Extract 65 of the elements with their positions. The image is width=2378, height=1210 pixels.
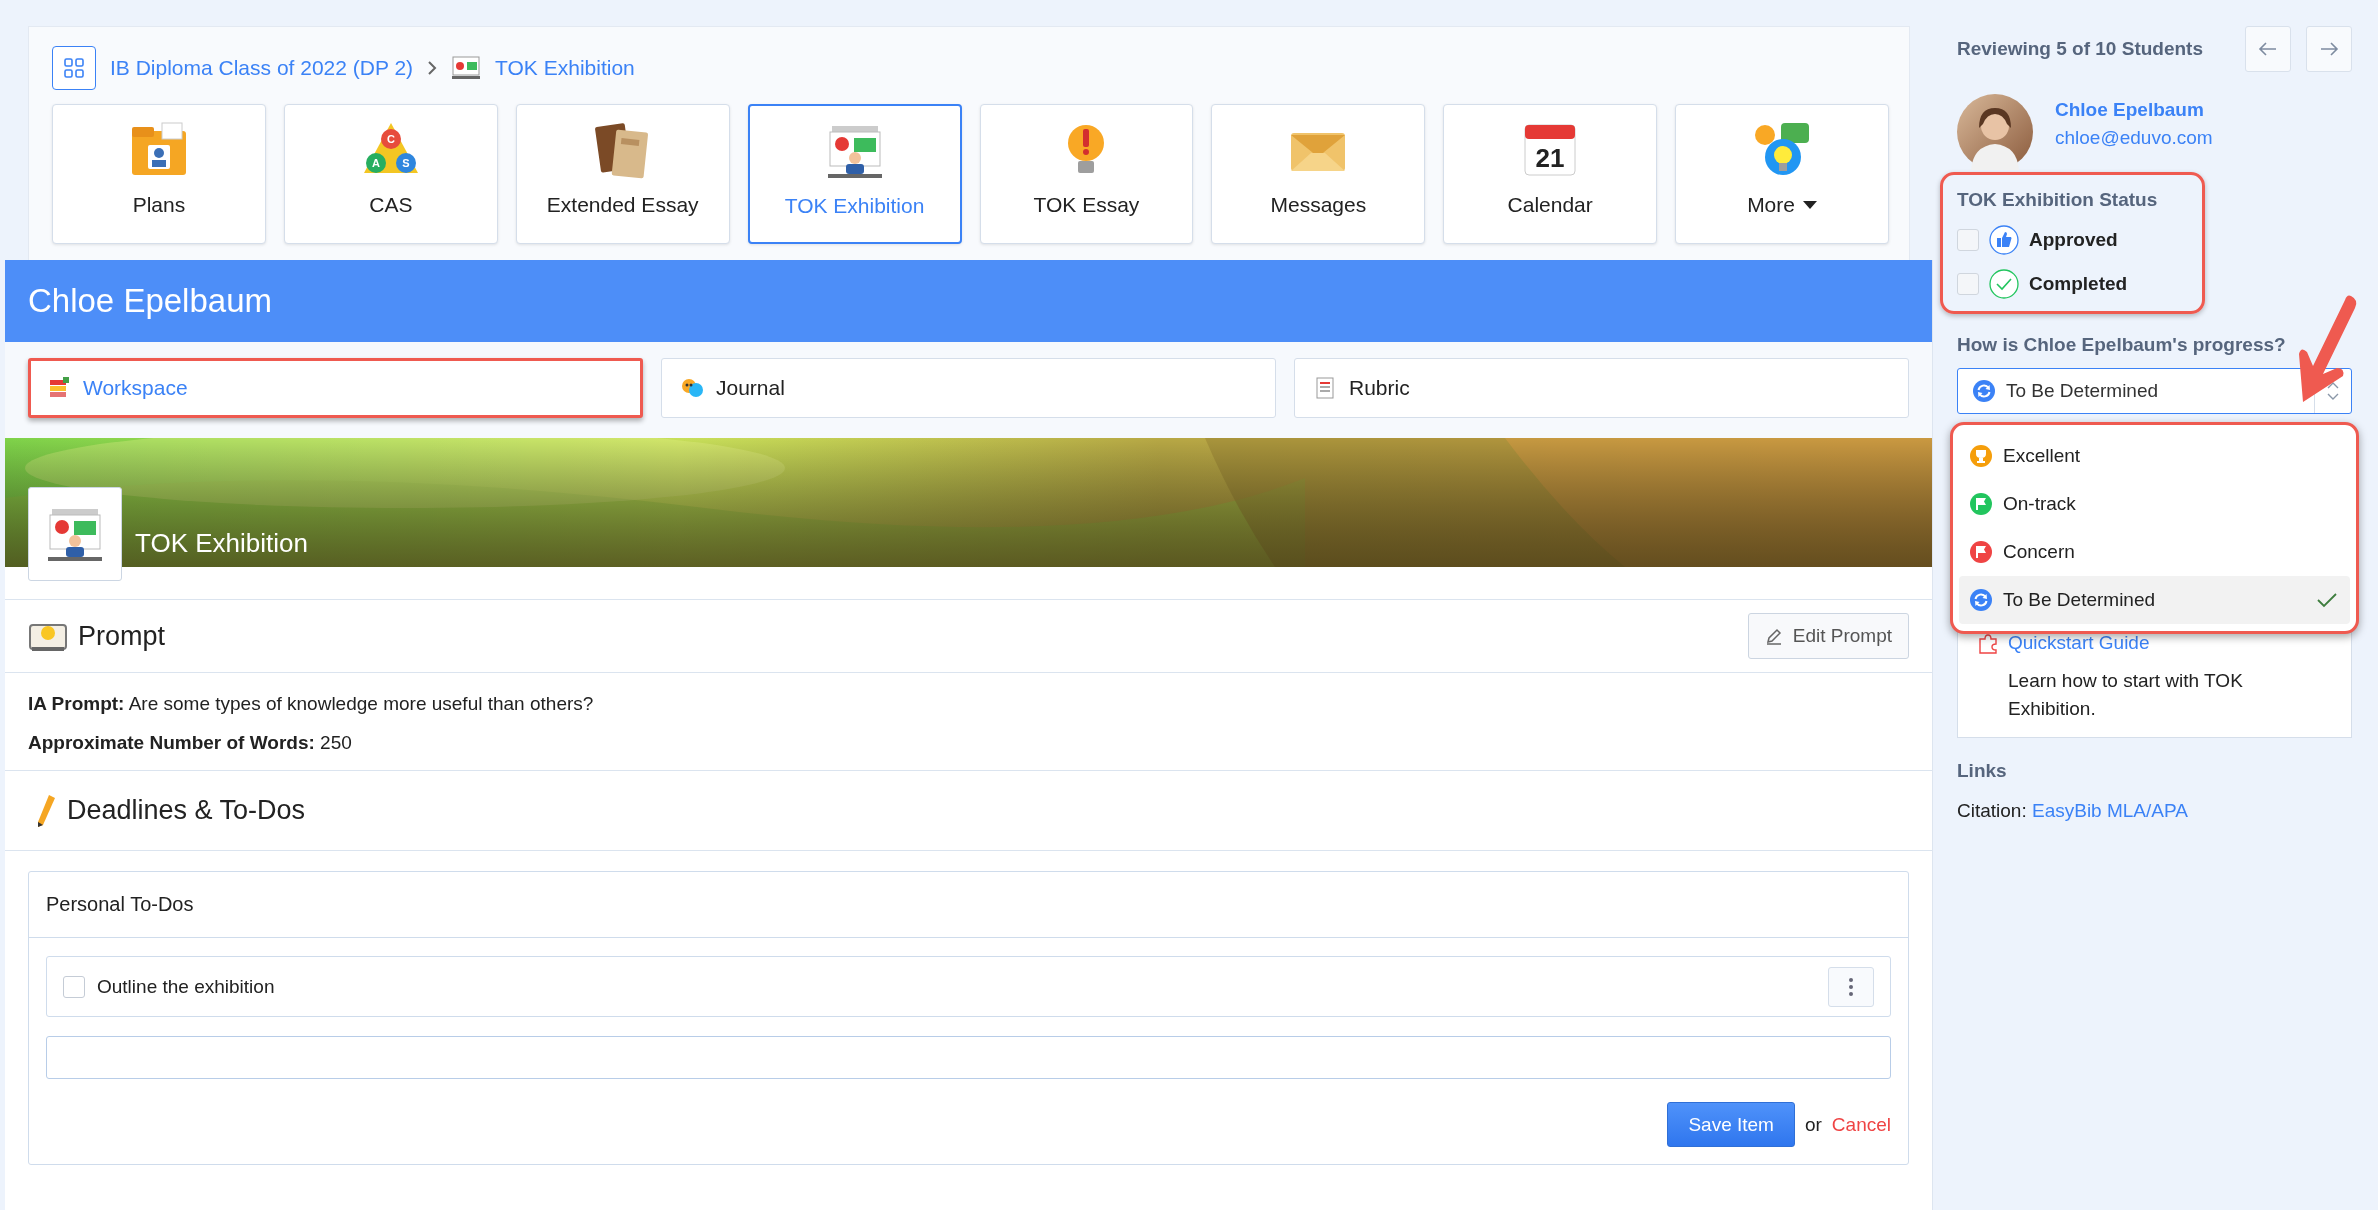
more-options-button[interactable] [1828,966,1874,1007]
progress-select[interactable]: To Be Determined [1957,368,2352,414]
app-tile[interactable]: TOK Essay [979,104,1194,244]
chevron-up-down-icon [2326,380,2340,402]
save-item-button[interactable]: Save Item [1667,1102,1795,1147]
progress-option[interactable]: To Be Determined [1959,576,2350,624]
todo-card-title: Personal To-Dos [29,872,1908,938]
link-label: Citation: [1957,800,2028,821]
banner-title: TOK Exhibition [135,528,308,559]
app-tile[interactable]: TOK Exhibition [747,104,962,244]
app-tile[interactable]: Plans [52,104,266,244]
section-title: Prompt [78,620,166,652]
masks-icon [680,376,704,400]
app-tile[interactable]: Messages [1211,104,1426,244]
checkmark-icon [1989,269,2019,299]
puzzle-icon [1976,631,2000,655]
notes-icon [47,376,71,400]
app-tile[interactable]: More [1675,104,1889,244]
progress-option[interactable]: Concern [1959,528,2350,576]
checkbox[interactable] [1957,273,1979,295]
progress-question: How is Chloe Epelbaum's progress? [1957,334,2287,356]
app-tile[interactable]: 21 Calendar [1443,104,1658,244]
progress-option[interactable]: On-track [1959,480,2350,528]
arrow-right-icon [2319,40,2339,58]
kebab-icon [1849,977,1853,996]
apps-grid-button[interactable] [52,46,96,90]
arrow-left-icon [2258,40,2278,58]
breadcrumb-link[interactable]: TOK Exhibition [495,56,635,80]
next-button[interactable] [2306,26,2352,72]
cancel-link[interactable]: Cancel [1831,1113,1891,1136]
new-todo-field[interactable] [46,1036,1891,1079]
section-tab[interactable]: Journal [661,358,1276,418]
checkmark-icon [2316,591,2338,609]
chevron-right-icon [427,60,438,76]
progress-option[interactable]: Excellent [1959,432,2350,480]
edit-prompt-button[interactable]: Edit Prompt [1747,613,1909,659]
section-title: Deadlines & To-Dos [67,795,306,826]
student-name-header: Chloe Epelbaum [5,260,1932,342]
quickstart-description: Learn how to start with TOK Exhibition. [2008,669,2244,721]
prompt-detail: IA Prompt: Are some types of knowledge more useful than others? [28,693,595,715]
status-label: Completed [2029,273,2128,295]
presentation-icon [451,55,482,81]
pencil-icon [1764,627,1783,645]
app-tile[interactable]: Extended Essay [515,104,730,244]
app-tile[interactable]: C A S CAS [283,104,498,244]
links-title: Links [1957,760,2008,782]
prompt-detail: Approximate Number of Words: 250 [28,732,353,754]
pencil-icon [35,792,57,829]
status-title: TOK Exhibition Status [1957,189,2159,211]
caret-down-icon [1803,201,1817,209]
todo-text: Outline the exhibition [97,975,275,998]
grid-icon [64,58,84,78]
quickstart-link[interactable]: Quickstart Guide [2008,632,2150,654]
document-icon [1313,376,1337,400]
section-tab[interactable]: Rubric [1294,358,1909,418]
checkbox[interactable] [63,975,85,998]
review-counter: Reviewing 5 of 10 Students [1957,38,2203,60]
or-text: or [1804,1113,1822,1136]
checkbox[interactable] [1957,229,1979,251]
previous-button[interactable] [2245,26,2291,72]
section-tab[interactable]: Workspace [28,358,643,418]
breadcrumb-link[interactable]: IB Diploma Class of 2022 (DP 2) [110,56,414,80]
thumbs-up-icon [1989,225,2019,255]
refresh-icon [1972,379,1996,403]
status-label: Approved [2029,229,2118,251]
